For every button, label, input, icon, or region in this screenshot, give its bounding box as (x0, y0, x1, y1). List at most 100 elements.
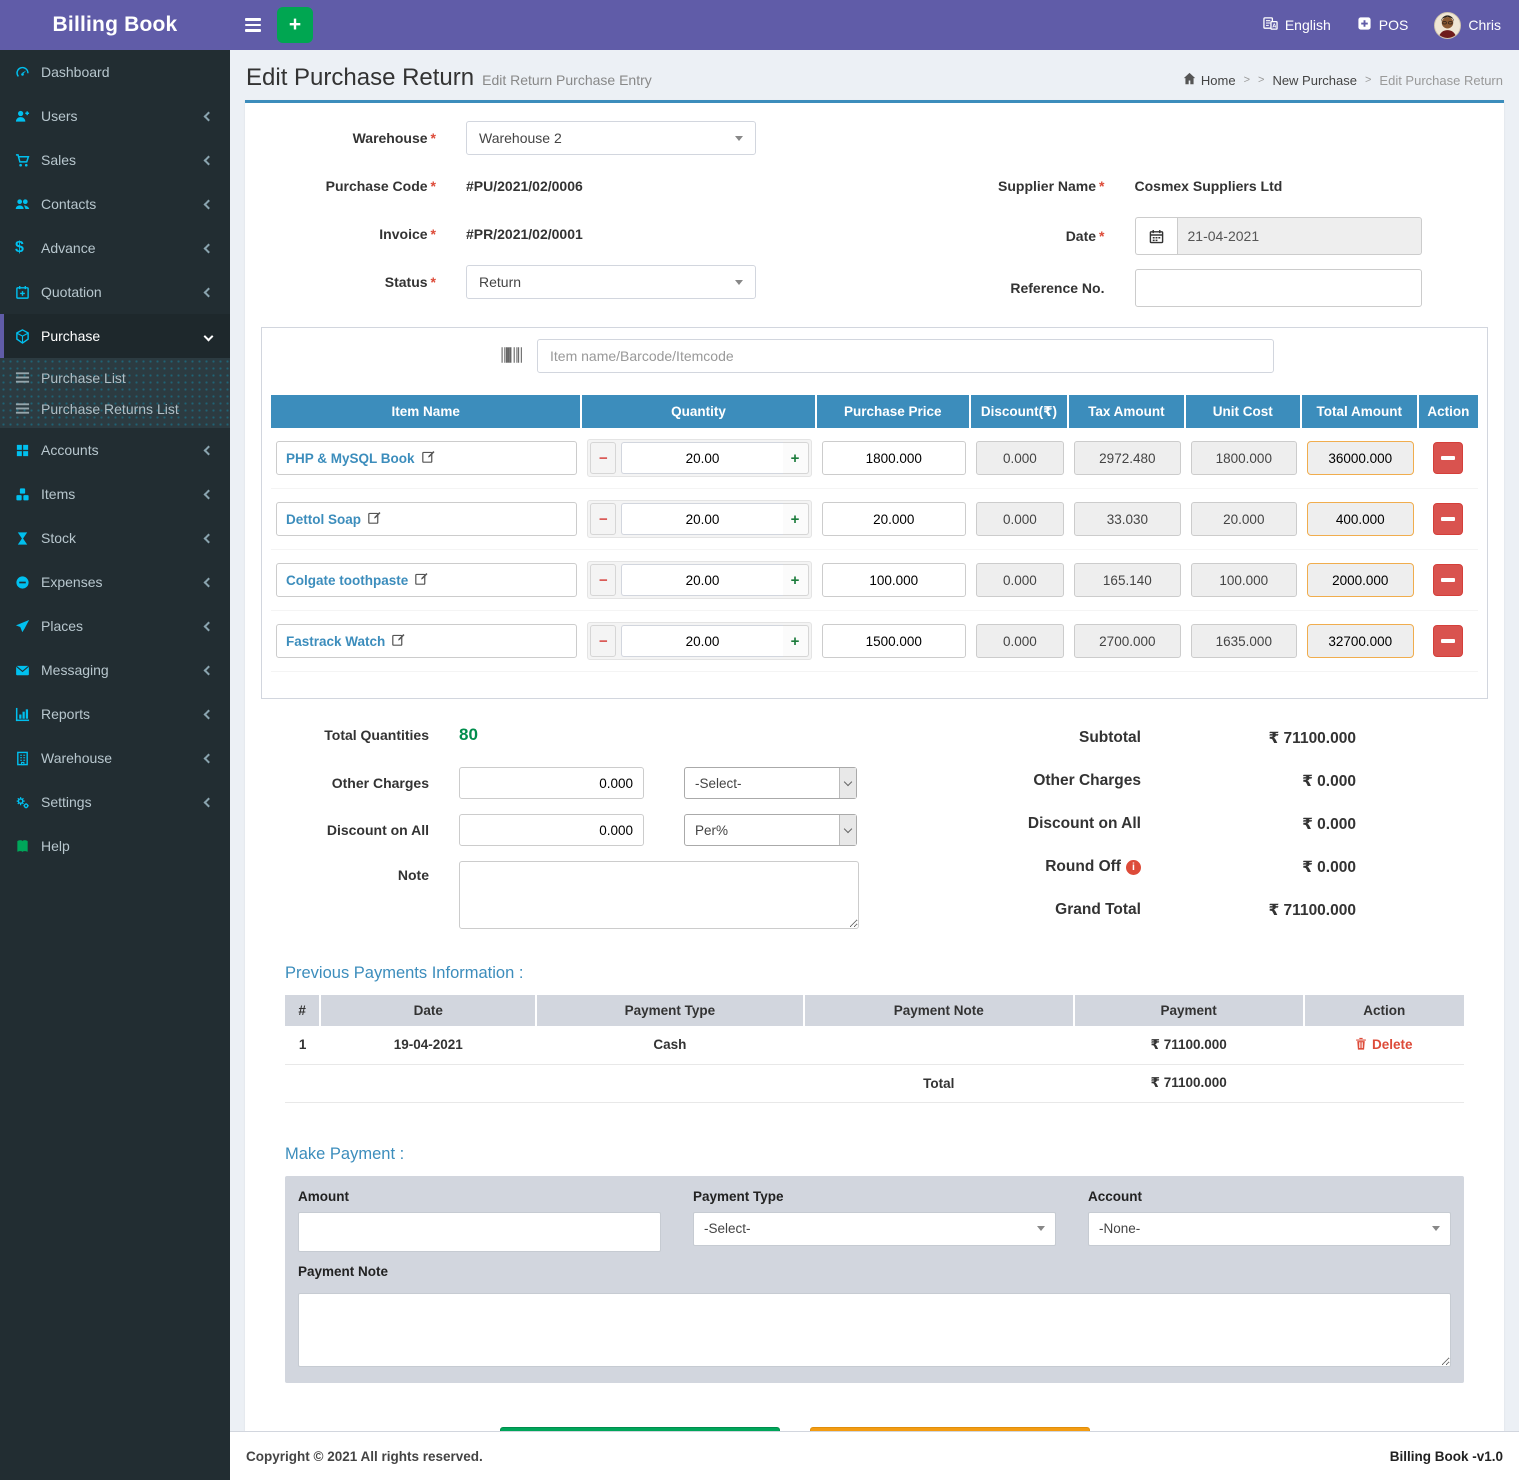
reference-input[interactable] (1135, 269, 1422, 307)
chevron-left-icon (204, 797, 214, 807)
other-charges-select[interactable]: -Select- (684, 767, 857, 799)
chevron-left-icon (204, 155, 214, 165)
sidebar-item-stock[interactable]: Stock (0, 516, 230, 560)
chevron-left-icon (204, 489, 214, 499)
note-textarea[interactable] (459, 861, 859, 929)
sidebar-item-reports[interactable]: Reports (0, 692, 230, 736)
sidebar-item-help[interactable]: Help (0, 824, 230, 868)
sidebar-toggle-button[interactable] (230, 0, 275, 50)
remove-item-button[interactable] (1433, 625, 1463, 657)
purchase-price-input[interactable] (822, 624, 966, 658)
payment-note-textarea[interactable] (298, 1293, 1451, 1367)
user-menu[interactable]: Chris (1434, 12, 1501, 39)
discount-field (976, 624, 1064, 658)
make-payment-title: Make Payment : (285, 1145, 1464, 1164)
sidebar-item-users[interactable]: Users (0, 94, 230, 138)
sidebar-nav: Dashboard Users Sales Contacts $ Advance… (0, 50, 230, 1480)
qty-increase-button[interactable]: + (783, 442, 809, 474)
chevron-down-icon (204, 331, 214, 341)
sidebar-item-sales[interactable]: Sales (0, 138, 230, 182)
version-text: Billing Book -v1.0 (1390, 1449, 1503, 1464)
qty-decrease-button[interactable]: − (590, 564, 616, 596)
sidebar-item-items[interactable]: Items (0, 472, 230, 516)
qty-decrease-button[interactable]: − (590, 442, 616, 474)
language-menu[interactable]: A English (1263, 16, 1331, 34)
item-search-input[interactable] (537, 339, 1274, 373)
remove-item-button[interactable] (1433, 503, 1463, 535)
sidebar-item-purchase[interactable]: Purchase (0, 314, 230, 358)
item-row: PHP & MySQL Book − + (271, 428, 1478, 489)
qty-increase-button[interactable]: + (783, 503, 809, 535)
sidebar-item-expenses[interactable]: Expenses (0, 560, 230, 604)
total-amount-field (1307, 563, 1414, 597)
amount-label: Amount (298, 1189, 661, 1204)
sidebar-item-contacts[interactable]: Contacts (0, 182, 230, 226)
status-select[interactable]: Return (466, 265, 756, 299)
minus-circle-icon (15, 575, 41, 590)
quick-add-button[interactable]: + (277, 7, 313, 43)
remove-item-button[interactable] (1433, 564, 1463, 596)
qty-input[interactable] (621, 442, 782, 474)
remove-item-button[interactable] (1433, 442, 1463, 474)
qty-increase-button[interactable]: + (783, 564, 809, 596)
breadcrumb-home[interactable]: Home (1183, 72, 1236, 88)
chevron-left-icon (204, 111, 214, 121)
sidebar-item-messaging[interactable]: Messaging (0, 648, 230, 692)
people-icon (15, 197, 41, 212)
qty-input[interactable] (621, 564, 782, 596)
col-unit-cost: Unit Cost (1186, 395, 1302, 428)
dashboard-icon (15, 65, 41, 80)
date-input[interactable] (1177, 217, 1422, 255)
warehouse-select[interactable]: Warehouse 2 (466, 121, 756, 155)
sidebar-item-purchase-returns-list[interactable]: Purchase Returns List (0, 393, 230, 424)
discount-on-all-input[interactable] (459, 814, 644, 846)
app-logo[interactable]: Billing Book (0, 0, 230, 50)
info-icon[interactable]: i (1126, 860, 1141, 875)
breadcrumb-new-purchase[interactable]: New Purchase (1272, 73, 1357, 88)
other-charges-input[interactable] (459, 767, 644, 799)
item-name-link[interactable]: Colgate toothpaste (276, 563, 577, 597)
purchase-price-input[interactable] (822, 502, 966, 536)
qty-input[interactable] (621, 625, 782, 657)
sidebar-item-dashboard[interactable]: Dashboard (0, 50, 230, 94)
qty-decrease-button[interactable]: − (590, 503, 616, 535)
qty-decrease-button[interactable]: − (590, 625, 616, 657)
total-amount-field (1307, 502, 1414, 536)
delete-payment-button[interactable]: Delete (1355, 1037, 1413, 1053)
payment-row: 1 19-04-2021 Cash ₹ 71100.000 Delete (285, 1026, 1464, 1064)
payment-amount: ₹ 71100.000 (1074, 1026, 1304, 1064)
supplier-label: Supplier Name* (875, 178, 1105, 194)
chevron-down-icon (839, 815, 856, 845)
edit-icon (415, 572, 428, 588)
purchase-price-input[interactable] (822, 441, 966, 475)
sidebar-item-warehouse[interactable]: Warehouse (0, 736, 230, 780)
discount-field (976, 502, 1064, 536)
amount-input[interactable] (298, 1212, 661, 1252)
qty-increase-button[interactable]: + (783, 625, 809, 657)
warehouse-label: Warehouse* (261, 130, 436, 146)
sidebar-item-quotation[interactable]: Quotation (0, 270, 230, 314)
sidebar-item-advance[interactable]: $ Advance (0, 226, 230, 270)
sidebar-item-accounts[interactable]: Accounts (0, 428, 230, 472)
sidebar-item-settings[interactable]: Settings (0, 780, 230, 824)
sidebar-item-places[interactable]: Places (0, 604, 230, 648)
discount-on-all-label: Discount on All (261, 822, 429, 838)
discount-type-select[interactable]: Per% (684, 814, 857, 846)
round-off-label: Round Off (1045, 858, 1121, 875)
payment-type-select[interactable]: -Select- (693, 1212, 1056, 1246)
calendar-icon[interactable] (1135, 217, 1177, 255)
total-quantities-label: Total Quantities (261, 727, 429, 743)
gears-icon (15, 795, 41, 810)
purchase-price-input[interactable] (822, 563, 966, 597)
pos-menu[interactable]: POS (1357, 16, 1409, 34)
item-name-link[interactable]: PHP & MySQL Book (276, 441, 577, 475)
grand-total-label: Grand Total (948, 901, 1141, 920)
qty-input[interactable] (621, 503, 782, 535)
item-name-link[interactable]: Fastrack Watch (276, 624, 577, 658)
unit-cost-field (1191, 502, 1297, 536)
sidebar-item-purchase-list[interactable]: Purchase List (0, 362, 230, 393)
account-select[interactable]: -None- (1088, 1212, 1451, 1246)
subtotal-value: ₹ 71100.000 (1141, 729, 1356, 748)
cubes-icon (15, 487, 41, 502)
item-name-link[interactable]: Dettol Soap (276, 502, 577, 536)
